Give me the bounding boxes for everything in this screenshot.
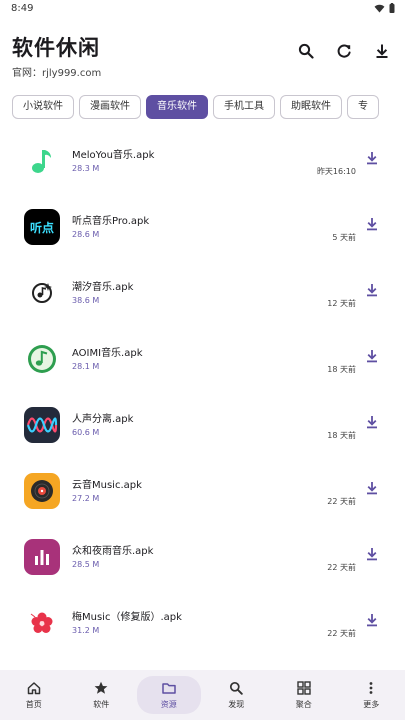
tide-music-icon — [24, 275, 60, 311]
download-icon[interactable] — [365, 349, 379, 363]
file-size: 28.5 M — [72, 560, 100, 569]
star-icon — [94, 681, 108, 694]
list-item[interactable]: AOIMI音乐.apk 28.1 M 18 天前 — [0, 326, 405, 392]
list-item[interactable]: 梅Music（修复版）.apk 31.2 M 22 天前 — [0, 590, 405, 656]
app-title: 软件休闲 — [12, 36, 100, 60]
status-icons — [374, 3, 395, 13]
list-item[interactable]: 众和夜雨音乐.apk 28.5 M 22 天前 — [0, 524, 405, 590]
file-name: 人声分离.apk — [72, 414, 134, 425]
file-name: 云音Music.apk — [72, 480, 142, 491]
music-note-icon — [24, 143, 60, 179]
file-size: 31.2 M — [72, 626, 100, 635]
download-icon[interactable] — [365, 217, 379, 231]
nav-label: 首页 — [25, 699, 42, 709]
status-time: 8:49 — [11, 3, 34, 14]
file-size: 60.6 M — [72, 428, 100, 437]
file-time: 18 天前 — [327, 431, 356, 440]
nav-label: 更多 — [363, 699, 380, 709]
folder-icon — [162, 682, 176, 694]
file-name: 众和夜雨音乐.apk — [72, 546, 154, 557]
file-size: 28.3 M — [72, 164, 100, 173]
status-bar: 8:49 — [0, 0, 405, 20]
download-icon[interactable] — [365, 151, 379, 165]
aoimi-music-icon — [24, 341, 60, 377]
file-name: AOIMI音乐.apk — [72, 348, 143, 359]
grid-icon — [297, 680, 311, 695]
file-time: 22 天前 — [327, 629, 356, 638]
list-item[interactable]: 云音Music.apk 27.2 M 22 天前 — [0, 458, 405, 524]
file-name: MeloYou音乐.apk — [72, 150, 155, 161]
file-name: 听点音乐Pro.apk — [72, 216, 150, 227]
chip-sleep[interactable]: 助眠软件 — [280, 95, 342, 119]
icon-text: 听点 — [29, 220, 54, 235]
equalizer-bars-icon — [24, 539, 60, 575]
wifi-icon — [374, 4, 385, 13]
nav-resources[interactable]: 资源 — [135, 670, 203, 720]
download-icon[interactable] — [365, 481, 379, 495]
file-name: 梅Music（修复版）.apk — [72, 612, 182, 623]
file-size: 28.1 M — [72, 362, 100, 371]
list-item[interactable]: 潮汐音乐.apk 38.6 M 12 天前 — [0, 260, 405, 326]
download-icon[interactable] — [365, 415, 379, 429]
nav-home[interactable]: 首页 — [0, 670, 68, 720]
file-time: 22 天前 — [327, 497, 356, 506]
search-icon — [230, 681, 244, 695]
more-vertical-icon — [369, 681, 373, 694]
file-list: MeloYou音乐.apk 28.3 M 昨天16:10 听点 听点音乐Pro.… — [0, 128, 405, 668]
nav-aggregate[interactable]: 聚合 — [270, 670, 338, 720]
nav-label: 软件 — [93, 699, 110, 709]
battery-icon — [389, 3, 395, 13]
download-icon — [376, 44, 388, 58]
file-size: 27.2 M — [72, 494, 100, 503]
nav-more[interactable]: 更多 — [338, 670, 405, 720]
list-item[interactable]: MeloYou音乐.apk 28.3 M 昨天16:10 — [0, 128, 405, 194]
nav-label: 发现 — [228, 699, 245, 709]
nav-label: 聚合 — [295, 699, 312, 709]
file-time: 18 天前 — [327, 365, 356, 374]
plum-blossom-icon — [24, 605, 60, 641]
nav-label: 资源 — [160, 699, 177, 709]
tingdian-logo-icon: 听点 — [24, 209, 60, 245]
file-size: 38.6 M — [72, 296, 100, 305]
file-size: 28.6 M — [72, 230, 100, 239]
chip-more[interactable]: 专 — [347, 95, 379, 119]
nav-software[interactable]: 软件 — [68, 670, 136, 720]
download-icon[interactable] — [365, 613, 379, 627]
file-name: 潮汐音乐.apk — [72, 282, 134, 293]
category-chips: 小说软件 漫画软件 音乐软件 手机工具 助眠软件专 — [12, 95, 405, 121]
refresh-button[interactable] — [335, 42, 353, 60]
file-time: 5 天前 — [332, 233, 356, 242]
list-item[interactable]: 人声分离.apk 60.6 M 18 天前 — [0, 392, 405, 458]
header-actions — [297, 42, 391, 60]
download-icon[interactable] — [365, 283, 379, 297]
file-time: 12 天前 — [327, 299, 356, 308]
file-time: 22 天前 — [327, 563, 356, 572]
chip-novel[interactable]: 小说软件 — [12, 95, 74, 119]
bottom-nav: 首页 软件 资源 发现 聚合 更多 — [0, 670, 405, 720]
search-button[interactable] — [297, 42, 315, 60]
download-all-button[interactable] — [373, 42, 391, 60]
nav-discover[interactable]: 发现 — [203, 670, 271, 720]
download-icon[interactable] — [365, 547, 379, 561]
chip-music[interactable]: 音乐软件 — [146, 95, 208, 119]
file-time: 昨天16:10 — [316, 167, 356, 176]
search-icon — [298, 43, 314, 59]
home-icon — [27, 681, 40, 694]
refresh-icon — [337, 44, 351, 58]
chip-comic[interactable]: 漫画软件 — [79, 95, 141, 119]
chip-phone-tools[interactable]: 手机工具 — [213, 95, 275, 119]
app-subtitle: 官网：rjly999.com — [12, 68, 102, 79]
vinyl-record-icon — [24, 473, 60, 509]
waveform-icon — [24, 407, 60, 443]
list-item[interactable]: 听点 听点音乐Pro.apk 28.6 M 5 天前 — [0, 194, 405, 260]
